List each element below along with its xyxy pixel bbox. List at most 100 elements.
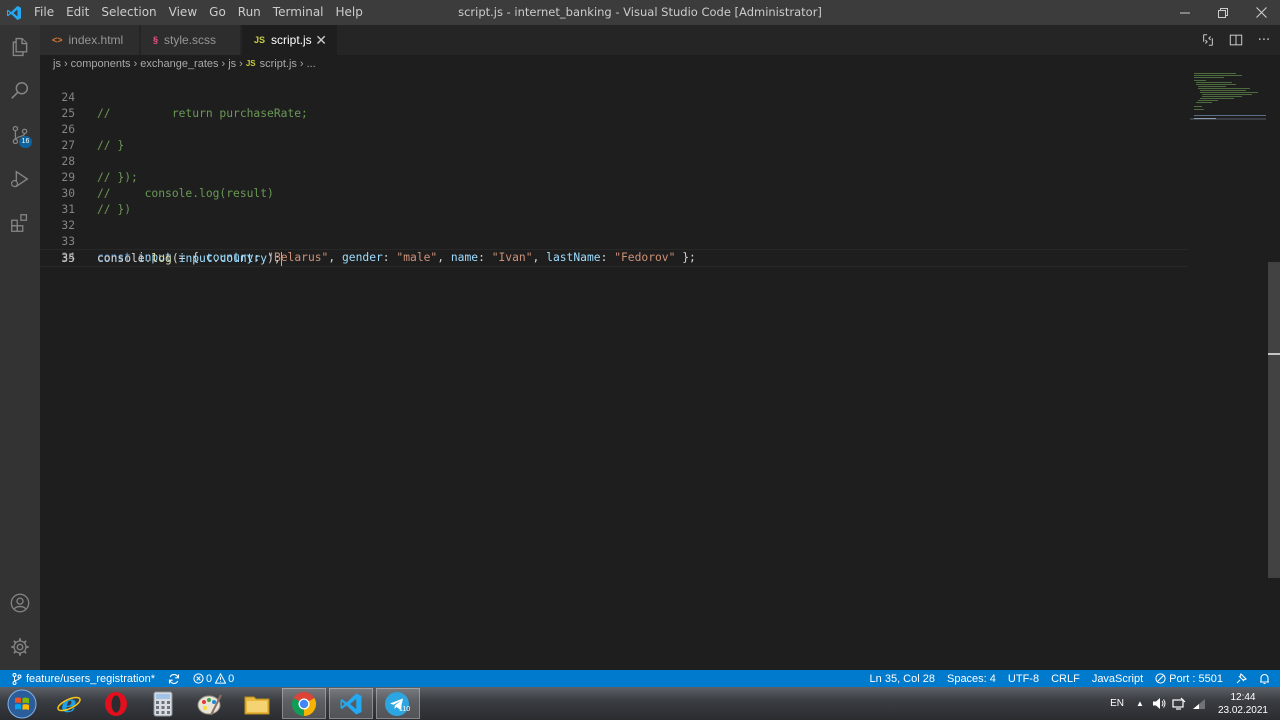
code-editor[interactable]: 24 // return purchaseRate; 25 26 // } 27…: [40, 72, 1280, 670]
menu-file[interactable]: File: [28, 0, 60, 25]
breadcrumb-item[interactable]: ...: [307, 58, 316, 70]
code-line[interactable]: 32: [40, 202, 1188, 232]
live-server-port[interactable]: Port : 5501: [1149, 670, 1229, 687]
vertical-scrollbar[interactable]: [1268, 262, 1280, 578]
breadcrumb-item[interactable]: js: [53, 58, 61, 70]
title-bar: File Edit Selection View Go Run Terminal…: [0, 0, 1280, 25]
internet-explorer-icon: e: [57, 691, 81, 717]
code-line[interactable]: 24 // return purchaseRate;: [40, 74, 1188, 120]
close-window-button[interactable]: [1242, 0, 1280, 25]
bell-icon: [1260, 673, 1269, 684]
line-content: console.log(input.country);: [97, 252, 282, 266]
source-control-button[interactable]: 16: [0, 113, 40, 157]
indentation[interactable]: Spaces: 4: [941, 670, 1002, 687]
code-line[interactable]: 28 // });: [40, 138, 1188, 184]
volume-icon[interactable]: [1152, 697, 1166, 710]
input-language[interactable]: EN: [1110, 698, 1124, 709]
status-bar: feature/users_registration* 0 0 Ln 35, C…: [0, 670, 1280, 687]
code-line[interactable]: 29 // console.log(result): [40, 154, 1188, 200]
sync-button[interactable]: [160, 670, 188, 687]
restore-button[interactable]: [1204, 0, 1242, 25]
open-changes-button[interactable]: [1200, 32, 1216, 48]
extensions-button[interactable]: [0, 201, 40, 245]
taskbar-chrome[interactable]: [282, 688, 326, 719]
breadcrumb-item[interactable]: components: [71, 58, 131, 70]
menu-selection[interactable]: Selection: [95, 0, 162, 25]
manage-button[interactable]: [0, 625, 40, 669]
feedback-button[interactable]: [1229, 670, 1253, 687]
more-actions-button[interactable]: ···: [1256, 32, 1272, 48]
code-line[interactable]: 27: [40, 122, 1188, 152]
port-label: Port : 5501: [1169, 672, 1223, 685]
cursor-position[interactable]: Ln 35, Col 28: [864, 670, 941, 687]
split-editor-icon: [1229, 34, 1243, 46]
scss-icon: §: [153, 35, 159, 45]
tab-script-js[interactable]: JS script.js ✕: [242, 25, 338, 55]
chevron-right-icon: ›: [221, 57, 226, 70]
taskbar-telegram[interactable]: 110: [376, 688, 420, 719]
line-number: 35: [61, 252, 75, 265]
warning-count: 0: [228, 672, 235, 685]
menu-terminal[interactable]: Terminal: [267, 0, 330, 25]
windows-taskbar: e 110 EN ▲ 12:44 23.02.2021: [0, 687, 1280, 720]
gear-icon: [11, 638, 29, 656]
account-icon: [10, 593, 30, 613]
windows-start-icon: [7, 689, 37, 718]
minimap[interactable]: [1190, 72, 1270, 132]
show-hidden-icons-button[interactable]: ▲: [1136, 699, 1144, 708]
clock[interactable]: 12:44 23.02.2021: [1218, 691, 1268, 717]
code-line-current[interactable]: 35 console.log(input.country);: [40, 249, 1188, 267]
taskbar-paint[interactable]: [188, 688, 232, 719]
breadcrumb-item[interactable]: exchange_rates: [140, 58, 218, 70]
menu-help[interactable]: Help: [330, 0, 369, 25]
action-center-icon[interactable]: [1172, 697, 1186, 711]
vscode-logo-icon[interactable]: [0, 0, 28, 25]
tab-index-html[interactable]: <> index.html: [40, 25, 140, 55]
clock-date: 23.02.2021: [1217, 704, 1268, 716]
git-branch-icon: [12, 672, 22, 685]
restore-icon: [1218, 7, 1228, 18]
taskbar-calculator[interactable]: [141, 688, 185, 719]
code-line[interactable]: 31: [40, 186, 1188, 216]
branch-status[interactable]: feature/users_registration*: [0, 670, 160, 687]
close-tab-button[interactable]: ✕: [315, 32, 327, 49]
taskbar-vscode[interactable]: [329, 688, 373, 719]
menu-edit[interactable]: Edit: [60, 0, 95, 25]
problems-status[interactable]: 0 0: [188, 670, 239, 687]
run-debug-button[interactable]: [0, 157, 40, 201]
window-controls: [1166, 0, 1280, 25]
chrome-icon: [291, 691, 317, 716]
files-icon: [12, 37, 28, 57]
explorer-button[interactable]: [0, 25, 40, 69]
breadcrumb-item[interactable]: script.js: [260, 58, 297, 70]
menu-view[interactable]: View: [163, 0, 203, 25]
code-line[interactable]: 25: [40, 90, 1188, 120]
menu-run[interactable]: Run: [232, 0, 267, 25]
clock-time: 12:44: [1230, 691, 1256, 703]
network-signal-icon[interactable]: [1192, 698, 1206, 710]
encoding[interactable]: UTF-8: [1002, 670, 1045, 687]
breadcrumb-item[interactable]: js: [228, 58, 236, 70]
taskbar-internet-explorer[interactable]: e: [47, 688, 91, 719]
taskbar-file-explorer[interactable]: [235, 688, 279, 719]
start-button[interactable]: [0, 688, 44, 719]
folder-icon: [244, 696, 270, 714]
error-count: 0: [206, 672, 213, 685]
split-editor-button[interactable]: [1228, 32, 1244, 48]
accounts-button[interactable]: [0, 581, 40, 625]
taskbar-opera[interactable]: [94, 688, 138, 719]
menu-go[interactable]: Go: [203, 0, 232, 25]
minimize-button[interactable]: [1166, 0, 1204, 25]
code-line[interactable]: 30 // }): [40, 170, 1188, 216]
search-button[interactable]: [0, 69, 40, 113]
code-line[interactable]: 26 // }: [40, 106, 1188, 152]
code-line[interactable]: 33 const input = { country: "Belarus", g…: [40, 218, 1188, 264]
code-line[interactable]: 34: [40, 234, 1188, 264]
line-ending[interactable]: CRLF: [1045, 670, 1086, 687]
branch-name: feature/users_registration*: [26, 672, 156, 685]
notifications-button[interactable]: [1253, 670, 1280, 687]
editor-actions: ···: [1200, 25, 1272, 55]
tab-style-scss[interactable]: § style.scss: [141, 25, 241, 55]
breadcrumb: js › components › exchange_rates › js › …: [40, 55, 1280, 72]
language-mode[interactable]: JavaScript: [1086, 670, 1149, 687]
